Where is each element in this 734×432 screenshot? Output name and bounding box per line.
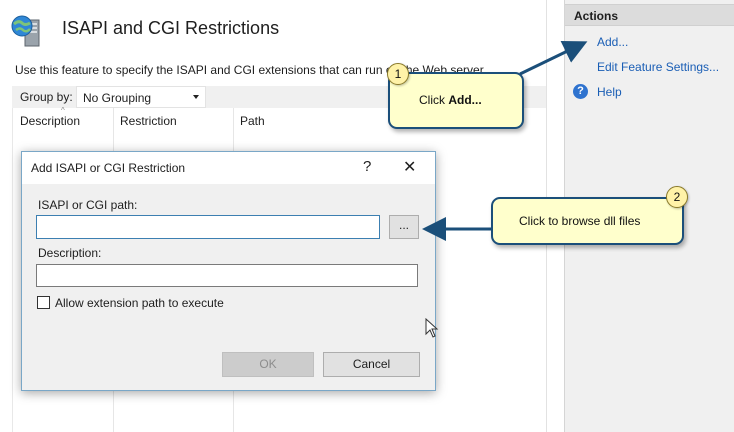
callout-2-badge: 2 xyxy=(666,186,688,208)
arrow-to-add xyxy=(519,41,588,76)
callout-1-text: Click Add... xyxy=(419,93,482,107)
callout-click-add: Click Add... xyxy=(388,72,524,129)
callout-1-badge: 1 xyxy=(387,63,409,85)
callout-browse: Click to browse dll files xyxy=(491,197,684,245)
callout-2-text: Click to browse dll files xyxy=(519,214,641,228)
